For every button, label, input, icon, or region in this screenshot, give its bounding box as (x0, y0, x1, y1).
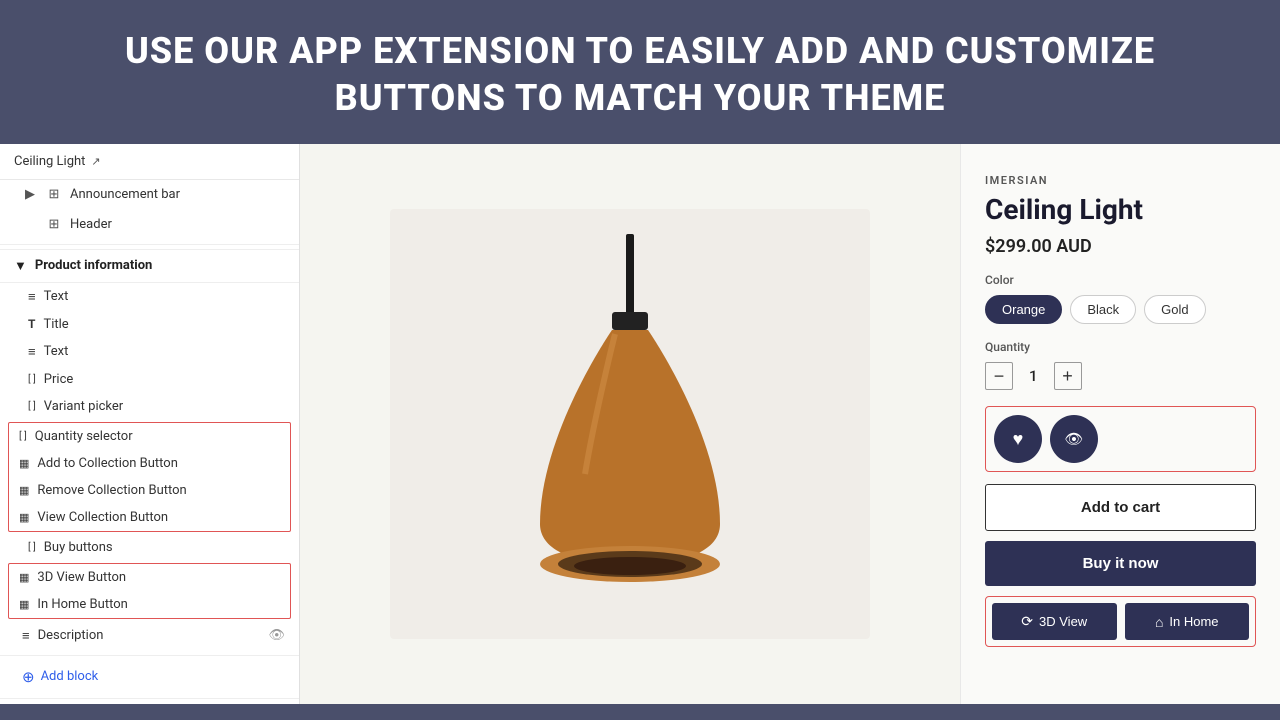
quantity-plus-button[interactable]: + (1054, 362, 1082, 390)
grid-icon: ⊞ (46, 187, 62, 203)
lines-icon-3: ≡ (22, 628, 30, 644)
sidebar-item-quantity-selector[interactable]: [ ] Quantity selector (9, 423, 290, 450)
sidebar-item-3d-view[interactable]: ▦ 3D View Button (9, 564, 290, 591)
t-icon: T (28, 317, 35, 331)
3d-view-button[interactable]: ⟳ 3D View (992, 603, 1117, 640)
block-icon-3: ▦ (19, 511, 29, 524)
eye-slash-icon: 👁 (268, 628, 285, 643)
sidebar-item-label: Announcement bar (70, 187, 180, 202)
grid-icon-3: ⊞ (46, 217, 62, 233)
color-orange-button[interactable]: Orange (985, 295, 1062, 324)
chevron-down-icon: ▼ (14, 258, 27, 274)
product-panel: IMERSIAN Ceiling Light $299.00 AUD Color… (960, 144, 1280, 704)
product-title: Ceiling Light (985, 193, 1256, 227)
bracket-icon-3: [ ] (19, 431, 27, 442)
sidebar-item-label: Add to Collection Button (37, 456, 178, 471)
block-icon-2: ▦ (19, 484, 29, 497)
sidebar-item-label: In Home Button (37, 597, 127, 612)
sidebar-item-view-collection[interactable]: ▦ View Collection Button (9, 504, 290, 531)
plus-circle-icon: ⊕ (22, 668, 35, 686)
banner-title: USE OUR APP EXTENSION TO EASILY ADD AND … (40, 28, 1240, 122)
sidebar-item-label: 3D View Button (37, 570, 126, 585)
chevron-right-icon: ▶ (22, 187, 38, 203)
sidebar-item-apps[interactable]: ▼ ⠿ Apps (0, 703, 299, 704)
add-block-label: Add block (41, 669, 99, 684)
quantity-row: − 1 + (985, 362, 1256, 390)
sidebar-item-price[interactable]: [ ] Price (0, 366, 299, 393)
sidebar-item-label: Text (44, 344, 69, 359)
eye-icon: 👁 (1064, 430, 1083, 448)
main-content: Ceiling Light ↗ ▶ ⊞ Announcement bar ⊞ H… (0, 144, 1280, 704)
color-black-button[interactable]: Black (1070, 295, 1136, 324)
sidebar-item-text-1[interactable]: ≡ Text (0, 283, 299, 311)
product-image-container (390, 209, 870, 639)
bracket-icon-4: [ ] (28, 542, 36, 553)
view-collection-eye-button[interactable]: 👁 (1050, 415, 1098, 463)
color-label: Color (985, 273, 1256, 287)
in-home-label: In Home (1169, 614, 1218, 629)
sidebar: Ceiling Light ↗ ▶ ⊞ Announcement bar ⊞ H… (0, 144, 300, 704)
sidebar-item-in-home[interactable]: ▦ In Home Button (9, 591, 290, 618)
sidebar-item-label: Remove Collection Button (37, 483, 186, 498)
sidebar-item-remove-collection[interactable]: ▦ Remove Collection Button (9, 477, 290, 504)
product-image-area (300, 144, 960, 704)
sidebar-item-add-collection[interactable]: ▦ Add to Collection Button (9, 450, 290, 477)
page-title-label: Ceiling Light (14, 154, 85, 169)
add-block-button[interactable]: ⊕ Add block (0, 660, 299, 694)
add-to-cart-button[interactable]: Add to cart (985, 484, 1256, 531)
sidebar-item-label: Buy buttons (44, 540, 113, 555)
sidebar-page-header[interactable]: Ceiling Light ↗ (0, 144, 299, 180)
sidebar-item-variant-picker[interactable]: [ ] Variant picker (0, 393, 299, 420)
sidebar-item-text-2[interactable]: ≡ Text (0, 338, 299, 366)
quantity-label: Quantity (985, 340, 1256, 354)
sidebar-item-label: Text (44, 289, 69, 304)
in-home-button[interactable]: ⌂ In Home (1125, 603, 1250, 640)
sidebar-item-label: Description (38, 628, 104, 643)
sidebar-item-description[interactable]: ≡ Description 👁 (0, 621, 299, 651)
sidebar-item-title[interactable]: T Title (0, 311, 299, 338)
collection-buttons-row: ♥ 👁 (985, 406, 1256, 472)
brand-label: IMERSIAN (985, 174, 1256, 187)
quantity-section: Quantity − 1 + (985, 340, 1256, 390)
color-section: Color Orange Black Gold (985, 273, 1256, 324)
external-link-icon: ↗ (91, 155, 100, 168)
color-gold-button[interactable]: Gold (1144, 295, 1205, 324)
sidebar-item-label: Quantity selector (35, 429, 133, 444)
3d-view-label: 3D View (1039, 614, 1087, 629)
add-to-collection-heart-button[interactable]: ♥ (994, 415, 1042, 463)
view-buttons-group: ▦ 3D View Button ▦ In Home Button (8, 563, 291, 619)
block-icon-4: ▦ (19, 571, 29, 584)
block-icon-5: ▦ (19, 598, 29, 611)
in-home-icon: ⌂ (1155, 614, 1163, 630)
quantity-minus-button[interactable]: − (985, 362, 1013, 390)
product-lamp-image (500, 234, 760, 614)
lines-icon-2: ≡ (28, 344, 36, 360)
sidebar-item-label: View Collection Button (37, 510, 168, 525)
bracket-icon-2: [ ] (28, 401, 36, 412)
grid-icon-2 (22, 217, 38, 233)
3d-view-icon: ⟳ (1021, 613, 1033, 630)
heart-icon: ♥ (1013, 429, 1024, 450)
collection-buttons-group: [ ] Quantity selector ▦ Add to Collectio… (8, 422, 291, 532)
sidebar-item-header[interactable]: ⊞ Header (0, 210, 299, 240)
product-price: $299.00 AUD (985, 236, 1256, 257)
sidebar-item-label: Header (70, 217, 112, 232)
sidebar-item-label: Title (43, 317, 68, 332)
block-icon: ▦ (19, 457, 29, 470)
sidebar-item-product-information[interactable]: ▼ Product information (0, 249, 299, 283)
sidebar-item-label: Variant picker (44, 399, 123, 414)
sidebar-item-label: Product information (35, 258, 152, 273)
buy-now-button[interactable]: Buy it now (985, 541, 1256, 586)
top-banner: USE OUR APP EXTENSION TO EASILY ADD AND … (0, 0, 1280, 144)
quantity-value: 1 (1029, 367, 1038, 385)
view-buttons-row: ⟳ 3D View ⌂ In Home (985, 596, 1256, 647)
color-options: Orange Black Gold (985, 295, 1256, 324)
sidebar-item-label: Price (44, 372, 73, 387)
lines-icon: ≡ (28, 289, 36, 305)
bracket-icon: [ ] (28, 374, 36, 385)
sidebar-item-announcement-bar[interactable]: ▶ ⊞ Announcement bar (0, 180, 299, 210)
sidebar-item-buy-buttons[interactable]: [ ] Buy buttons (0, 534, 299, 561)
